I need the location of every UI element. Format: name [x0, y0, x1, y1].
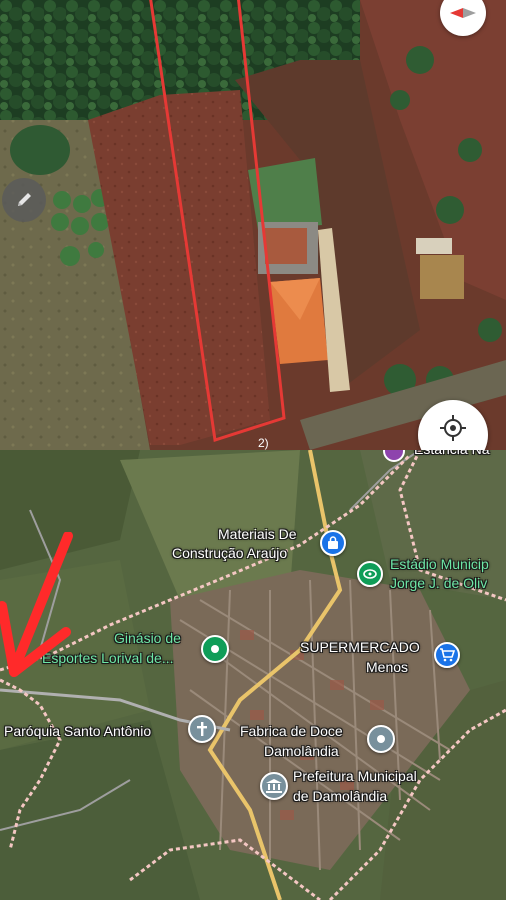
poi-materiais-pin[interactable]	[320, 530, 346, 556]
poi-fabrica-label-2: Damolândia	[264, 743, 339, 759]
poi-prefeitura-label-2: de Damolândia	[293, 788, 388, 804]
poi-estadio-label-2: Jorge J. de Oliv	[390, 575, 488, 591]
red-arrow-icon	[0, 532, 73, 677]
poi-estadio-pin[interactable]	[357, 561, 383, 587]
cart-icon	[434, 642, 460, 668]
pin-dot-icon	[367, 725, 395, 753]
poi-materiais-label-2: Construção Araújo	[172, 545, 288, 561]
satellite-imagery	[0, 0, 506, 450]
pencil-icon	[18, 193, 31, 206]
shopping-bag-icon	[320, 530, 346, 556]
poi-prefeitura-label-1: Prefeitura Municipal	[293, 768, 417, 784]
poi-estadio-label-1: Estádio Municip	[390, 556, 489, 572]
top-cut-poi-label: Estância Na	[414, 450, 489, 458]
poi-paroquia-label: Paróquia Santo Antônio	[4, 723, 152, 739]
poi-materiais-label-1: Materiais De	[218, 526, 297, 542]
pin-dot-icon	[201, 635, 229, 663]
poi-supermercado-label-2: Menos	[366, 659, 409, 675]
poi-paroquia-pin[interactable]	[188, 715, 216, 743]
crosshair-icon	[440, 415, 466, 441]
poi-supermercado-label-1: SUPERMERCADO	[300, 639, 420, 655]
satellite-closeup-view[interactable]: 2)	[0, 0, 506, 450]
stadium-icon	[357, 561, 383, 587]
poi-fabrica-pin[interactable]	[367, 725, 395, 753]
edit-button[interactable]	[2, 178, 46, 222]
scale-label: 2)	[258, 436, 269, 450]
poi-prefeitura-pin[interactable]	[260, 772, 288, 800]
compass-icon	[450, 8, 476, 18]
cross-icon	[188, 715, 216, 743]
poi-fabrica-label-1: Fabrica de Doce	[240, 723, 343, 739]
poi-supermercado-pin[interactable]	[434, 642, 460, 668]
poi-ginasio-pin[interactable]	[201, 635, 229, 663]
government-icon	[260, 772, 288, 800]
poi-ginasio-label-1: Ginásio de	[114, 630, 181, 646]
